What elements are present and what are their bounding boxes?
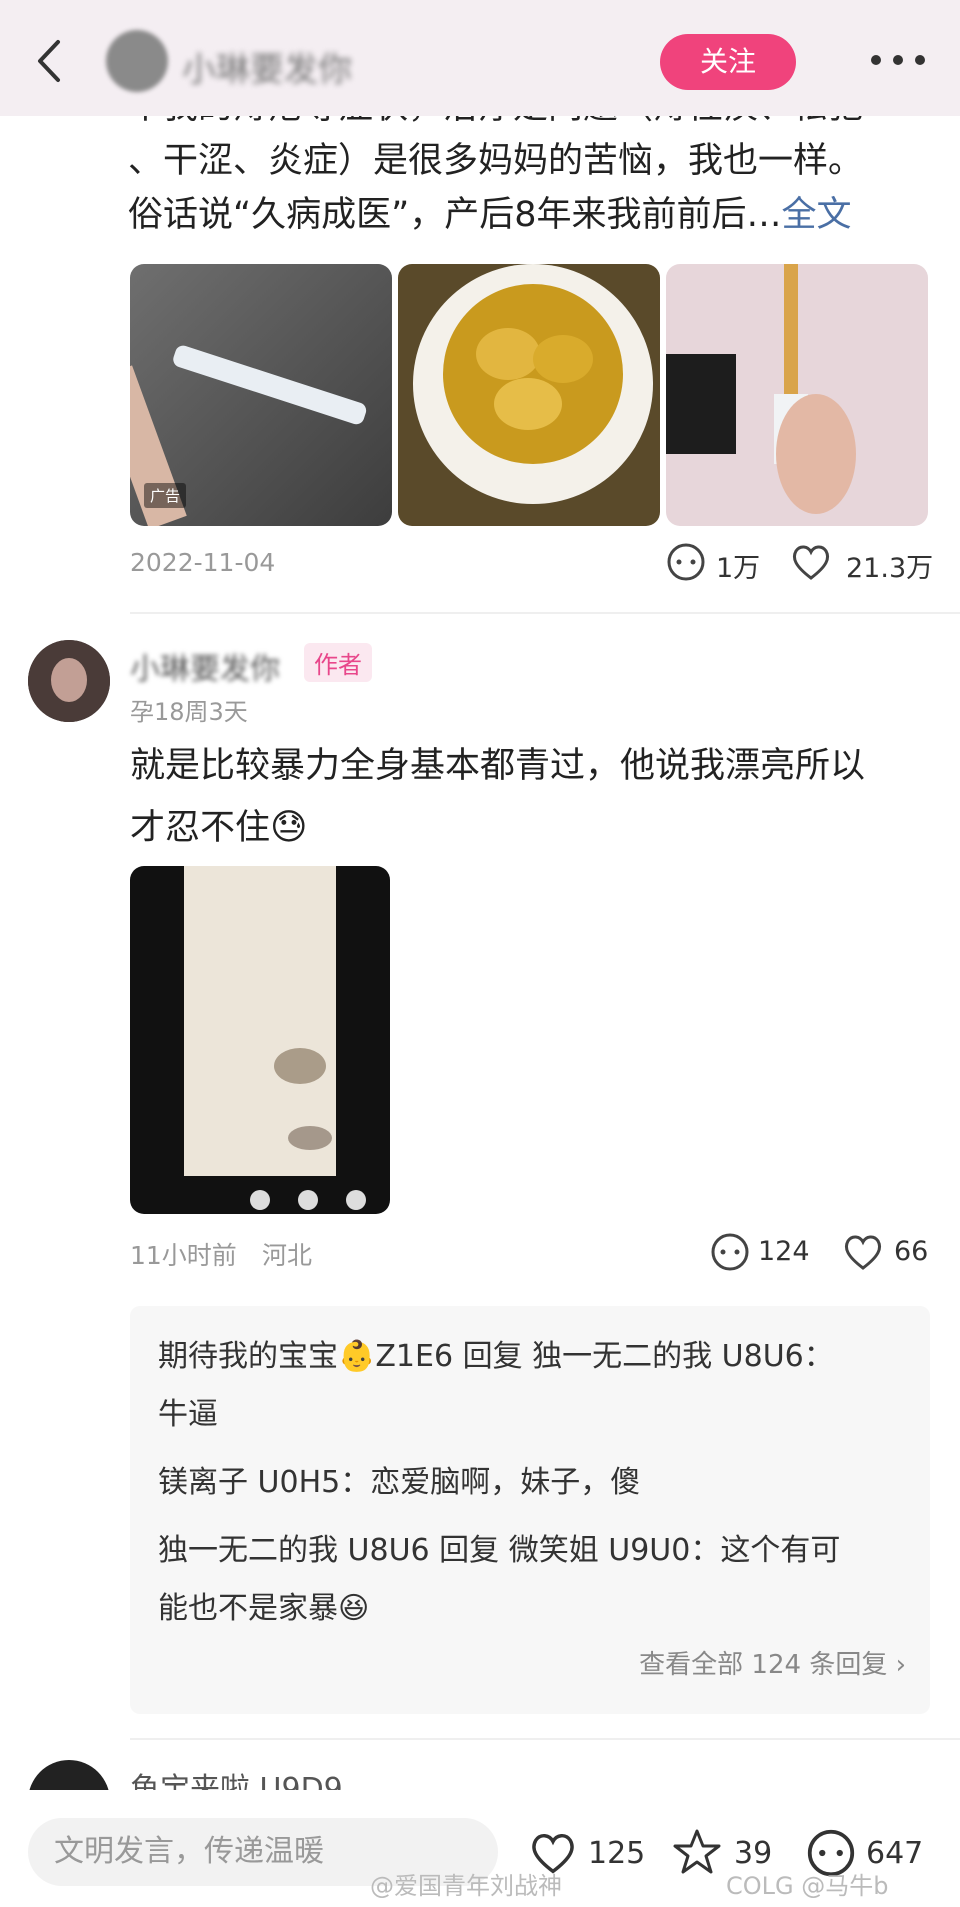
comment-text: 就是比较暴力全身基本都青过，他说我漂亮所以 才忍不住😓 [130,735,950,859]
post-date: 2022-11-04 [130,548,276,577]
avatar-image [28,640,110,722]
capsules-image [413,264,653,504]
divider [130,1738,960,1740]
ad-badge: 广告 [144,483,187,508]
bottom-bar: 文明发言，传递温暖 125 39 647 @爱国青年刘战神 COLG @马牛b [0,1790,960,1907]
applicator-image [666,264,856,514]
reply-text: 期待我的宝宝 [158,1339,338,1374]
post-text-line: 、干涩、炎症）是很多妈妈的苦恼，我也一样。 [128,141,864,181]
replies-panel: 期待我的宝宝👶Z1E6 回复 独一无二的我 U8U6： 牛逼 镁离子 U0H5：… [130,1306,930,1714]
comment-icon[interactable] [666,542,706,582]
follow-button[interactable]: 关注 [660,34,796,90]
comment-text-line: 才忍不住😓 [130,797,950,859]
chevron-right-icon: › [895,1650,906,1680]
more-options-icon[interactable] [868,50,928,70]
watermark: COLG @马牛b [726,1872,889,1900]
commenter-name[interactable]: 小琳要发你 [130,644,280,688]
pregnancy-status: 孕18周3天 [130,698,248,726]
view-all-replies-link[interactable]: 查看全部 124 条回复 › [639,1644,906,1681]
author-avatar[interactable] [106,30,168,92]
comment-image[interactable] [130,866,390,1214]
post-comment-count: 1万 [716,553,761,584]
comment-text-line-2: 才忍不住 [130,808,271,848]
bruise-photo [176,866,366,1214]
back-arrow-icon[interactable] [30,36,70,86]
top-bar: 小琳要发你 关注 [0,0,960,116]
laughing-emoji-icon: 😆 [338,1591,370,1626]
reply-item[interactable]: 牛逼 [158,1386,898,1444]
post-image-1[interactable]: 广告 [130,264,392,526]
author-badge: 作者 [304,643,372,682]
full-text-link[interactable]: 全文 [782,195,852,235]
post-image-3[interactable] [666,264,928,526]
star-icon[interactable] [672,1828,722,1876]
comment-reply-count: 124 [758,1236,810,1267]
reply-item[interactable]: 镁离子 U0H5：恋爱脑啊，妹子，傻 [158,1454,898,1512]
reply-item[interactable]: 独一无二的我 U8U6 回复 微笑姐 U9U0：这个有可 [158,1522,898,1580]
post-image-2[interactable] [398,264,660,526]
sweat-smile-emoji-icon: 😓 [270,807,308,848]
reply-icon[interactable] [710,1232,750,1272]
commenter-avatar[interactable] [28,640,110,722]
reply-text: 能也不是家暴 [158,1591,338,1626]
divider [130,612,960,614]
comment-like-count: 66 [894,1236,929,1267]
reply-item[interactable]: 能也不是家暴😆 [158,1580,898,1638]
comment-like-icon[interactable] [842,1232,884,1272]
comment-time: 11小时前 [130,1241,237,1270]
comment-location: 河北 [262,1241,313,1270]
comment-text-line: 就是比较暴力全身基本都青过，他说我漂亮所以 [130,746,866,786]
watermark: @爱国青年刘战神 [370,1872,562,1900]
like-count: 125 [588,1836,646,1871]
post-like-count: 21.3万 [846,553,934,584]
reply-item[interactable]: 期待我的宝宝👶Z1E6 回复 独一无二的我 U8U6： [158,1328,898,1386]
post-text-line: 俗话说“久病成医”，产后8年来我前前后…全文 [128,188,948,242]
baby-emoji-icon: 👶 [338,1339,376,1374]
view-all-label: 查看全部 124 条回复 [639,1650,888,1680]
like-icon[interactable] [790,542,832,582]
post-text-truncated: 俗话说“久病成医”，产后8年来我前前后… [128,195,782,235]
author-name[interactable]: 小琳要发你 [182,42,352,91]
reply-text: Z1E6 回复 独一无二的我 U8U6： [375,1339,834,1374]
